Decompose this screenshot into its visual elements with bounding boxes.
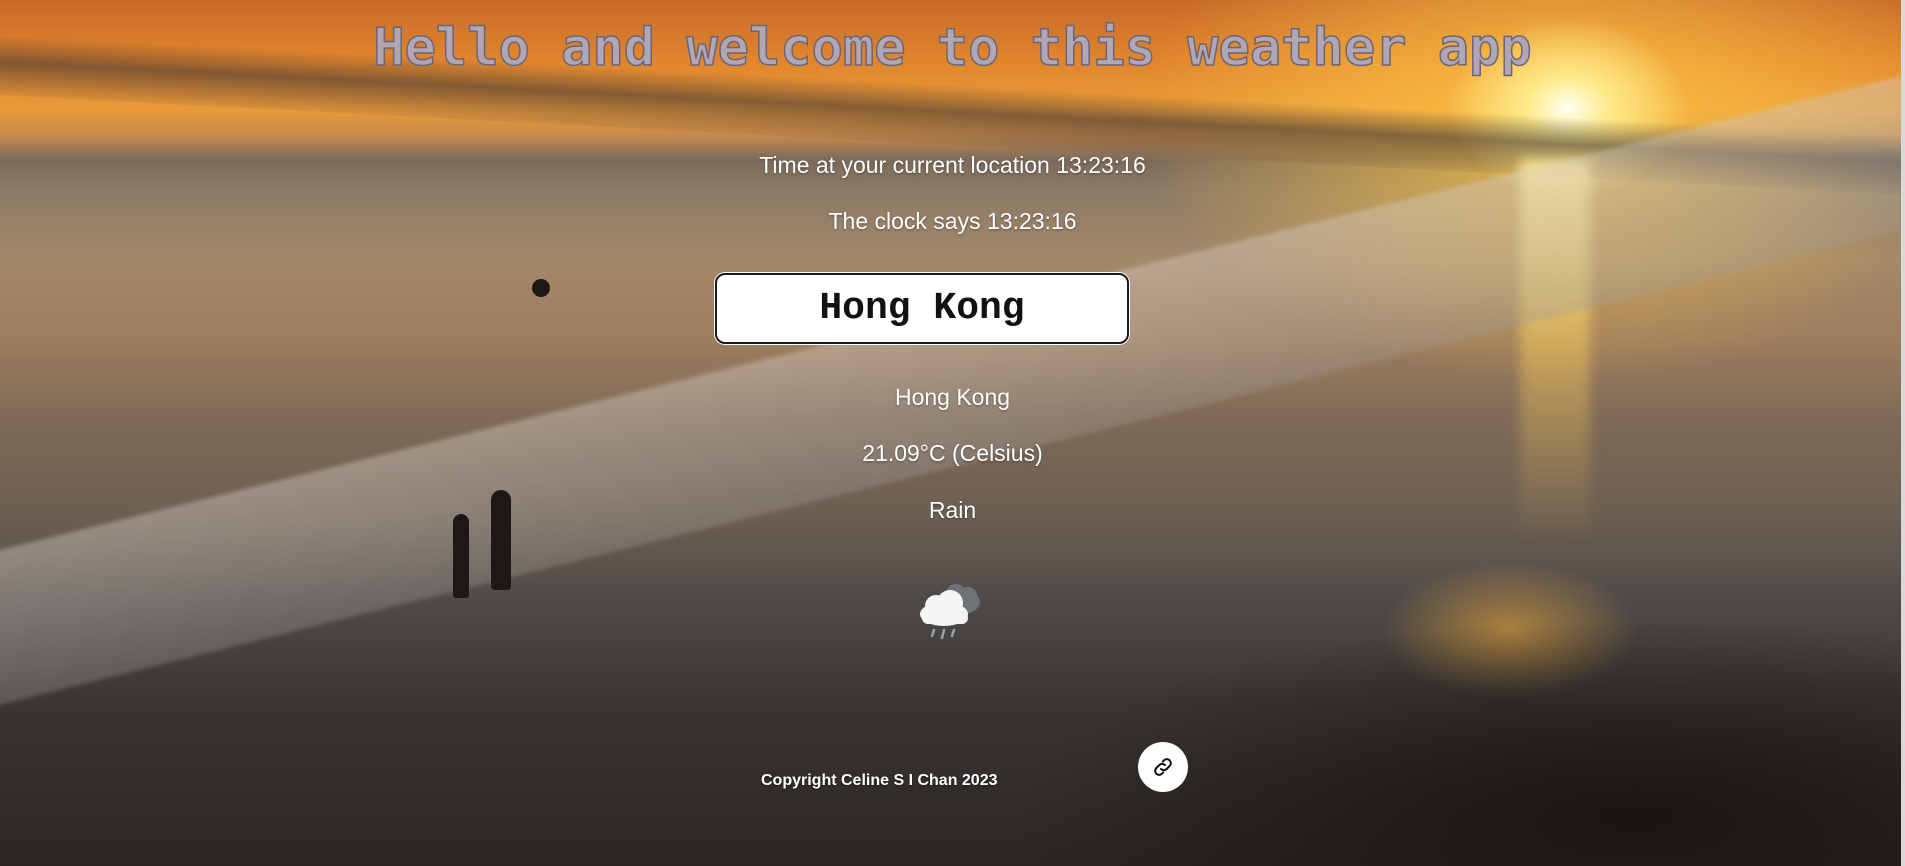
city-name: Hong Kong xyxy=(894,384,1011,410)
clock-time: The clock says 13:23:16 xyxy=(828,208,1077,234)
weather-description: Rain xyxy=(928,497,977,523)
link-button[interactable] xyxy=(1138,742,1188,792)
page-title: Hello and welcome to this weather app xyxy=(373,17,1533,79)
rain-cloud-icon xyxy=(920,584,980,640)
link-icon xyxy=(1154,758,1172,776)
city-search-input[interactable] xyxy=(715,273,1129,344)
page-scrollbar[interactable] xyxy=(1901,0,1905,866)
main-content: Hello and welcome to this weather app Ti… xyxy=(0,0,1905,866)
current-location-time: Time at your current location 13:23:16 xyxy=(759,152,1146,178)
temperature: 21.09°C (Celsius) xyxy=(862,440,1043,466)
copyright-text: Copyright Celine S I Chan 2023 xyxy=(761,772,998,789)
